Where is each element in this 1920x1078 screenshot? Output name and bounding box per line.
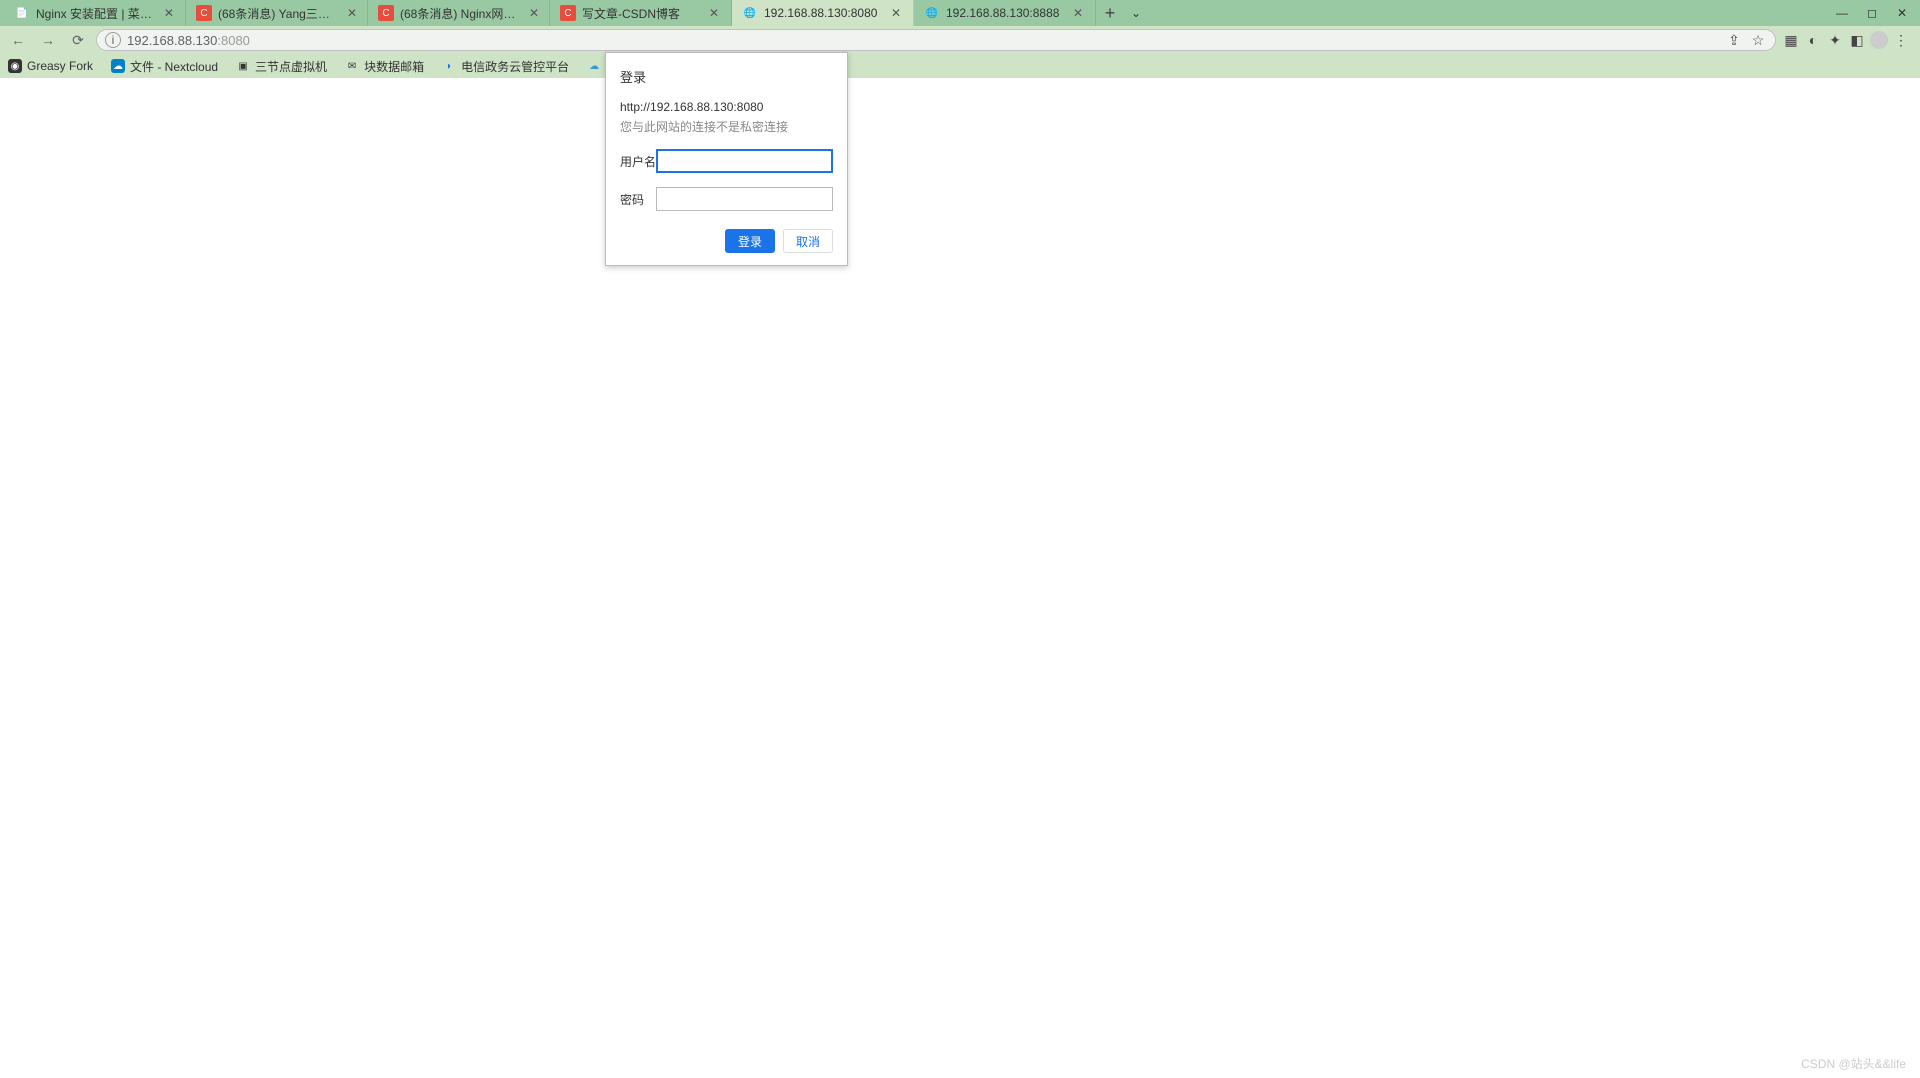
back-button[interactable]: ← xyxy=(6,28,30,52)
page-content xyxy=(0,78,1920,1078)
bookmark-label: 块数据邮箱 xyxy=(364,58,424,75)
tab-3[interactable]: C 写文章-CSDN博客 ✕ xyxy=(550,0,732,26)
bookmark-icon: ▣ xyxy=(236,59,250,73)
bookmark-icon: ◉ xyxy=(8,59,22,73)
bookmark-star-icon[interactable]: ☆ xyxy=(1749,31,1767,49)
extensions-puzzle-icon[interactable]: ✦ xyxy=(1826,31,1844,49)
bookmark-label: 文件 - Nextcloud xyxy=(130,58,218,75)
auth-url: http://192.168.88.130:8080 xyxy=(620,100,833,114)
username-input[interactable] xyxy=(656,149,833,173)
new-tab-button[interactable]: + xyxy=(1096,0,1124,26)
tab-4[interactable]: 🌐 192.168.88.130:8080 ✕ xyxy=(732,0,914,26)
tab-1[interactable]: C (68条消息) Yang三少喜欢撸铁的… ✕ xyxy=(186,0,368,26)
maximize-button[interactable]: ◻ xyxy=(1858,3,1886,23)
favicon-icon: C xyxy=(378,5,394,21)
tab-title: (68条消息) Nginx网站服务配置… xyxy=(400,5,523,22)
tab-list-button[interactable]: ⌄ xyxy=(1124,6,1148,20)
tab-title: 写文章-CSDN博客 xyxy=(582,5,701,22)
bookmark-item[interactable]: ✉ 块数据邮箱 xyxy=(345,58,424,75)
password-label: 密码 xyxy=(620,191,656,208)
close-window-button[interactable]: ✕ xyxy=(1888,3,1916,23)
password-input[interactable] xyxy=(656,187,833,211)
watermark: CSDN @站头&&life xyxy=(1801,1055,1906,1072)
bookmark-label: Greasy Fork xyxy=(27,59,93,73)
favicon-icon: C xyxy=(196,5,212,21)
auth-dialog: 登录 http://192.168.88.130:8080 您与此网站的连接不是… xyxy=(605,52,848,266)
globe-icon: 🌐 xyxy=(742,5,758,21)
bookmark-icon: ◗ xyxy=(442,59,456,73)
globe-icon: 🌐 xyxy=(924,5,940,21)
bookmark-item[interactable]: ☁ 文件 - Nextcloud xyxy=(111,58,218,75)
menu-icon[interactable]: ⋮ xyxy=(1892,31,1910,49)
minimize-button[interactable]: — xyxy=(1828,3,1856,23)
close-icon[interactable]: ✕ xyxy=(347,6,357,20)
tab-2[interactable]: C (68条消息) Nginx网站服务配置… ✕ xyxy=(368,0,550,26)
close-icon[interactable]: ✕ xyxy=(707,6,721,20)
reload-button[interactable]: ⟳ xyxy=(66,28,90,52)
url-text: 192.168.88.130:8080 xyxy=(127,33,250,48)
favicon-icon: C xyxy=(560,5,576,21)
extension-icon[interactable]: ◐ xyxy=(1804,31,1822,49)
username-label: 用户名 xyxy=(620,153,656,170)
bookmark-icon: ✉ xyxy=(345,59,359,73)
bookmark-label: 三节点虚拟机 xyxy=(255,58,327,75)
url-host: 192.168.88.130 xyxy=(127,33,217,48)
close-icon[interactable]: ✕ xyxy=(1071,6,1085,20)
bookmark-item[interactable]: ▣ 三节点虚拟机 xyxy=(236,58,327,75)
bookmark-label: 电信政务云管控平台 xyxy=(461,58,569,75)
auth-warning: 您与此网站的连接不是私密连接 xyxy=(620,118,833,135)
site-info-icon[interactable]: i xyxy=(105,32,121,48)
favicon-icon: 📄 xyxy=(14,5,30,21)
extension-icon[interactable]: ▦ xyxy=(1782,31,1800,49)
bookmark-icon: ☁ xyxy=(111,59,125,73)
tab-0[interactable]: 📄 Nginx 安装配置 | 菜鸟教程 ✕ xyxy=(4,0,186,26)
bookmark-item[interactable]: ◉ Greasy Fork xyxy=(8,59,93,73)
bookmark-bar: ◉ Greasy Fork ☁ 文件 - Nextcloud ▣ 三节点虚拟机 ✉ 块数… xyxy=(0,54,1920,78)
close-icon[interactable]: ✕ xyxy=(529,6,539,20)
bookmark-icon: ☁ xyxy=(587,59,601,73)
tab-5[interactable]: 🌐 192.168.88.130:8888 ✕ xyxy=(914,0,1096,26)
window-controls: — ◻ ✕ xyxy=(1828,3,1916,23)
tab-strip: 📄 Nginx 安装配置 | 菜鸟教程 ✕ C (68条消息) Yang三少喜欢… xyxy=(4,0,1124,26)
browser-toolbar: ← → ⟳ i 192.168.88.130:8080 ⇪ ☆ ▦ ◐ ✦ ◧ … xyxy=(0,26,1920,54)
login-button[interactable]: 登录 xyxy=(725,229,775,253)
tab-title: Nginx 安装配置 | 菜鸟教程 xyxy=(36,5,157,22)
side-panel-icon[interactable]: ◧ xyxy=(1848,31,1866,49)
share-icon[interactable]: ⇪ xyxy=(1725,31,1743,49)
tab-title: 192.168.88.130:8888 xyxy=(946,6,1065,20)
forward-button[interactable]: → xyxy=(36,28,60,52)
address-bar[interactable]: i 192.168.88.130:8080 ⇪ ☆ xyxy=(96,29,1776,51)
url-port: :8080 xyxy=(217,33,250,48)
titlebar: 📄 Nginx 安装配置 | 菜鸟教程 ✕ C (68条消息) Yang三少喜欢… xyxy=(0,0,1920,26)
close-icon[interactable]: ✕ xyxy=(889,6,903,20)
auth-title: 登录 xyxy=(620,67,833,86)
tab-title: 192.168.88.130:8080 xyxy=(764,6,883,20)
close-icon[interactable]: ✕ xyxy=(163,6,175,20)
profile-avatar[interactable] xyxy=(1870,31,1888,49)
tab-title: (68条消息) Yang三少喜欢撸铁的… xyxy=(218,5,341,22)
bookmark-item[interactable]: ◗ 电信政务云管控平台 xyxy=(442,58,569,75)
cancel-button[interactable]: 取消 xyxy=(783,229,833,253)
